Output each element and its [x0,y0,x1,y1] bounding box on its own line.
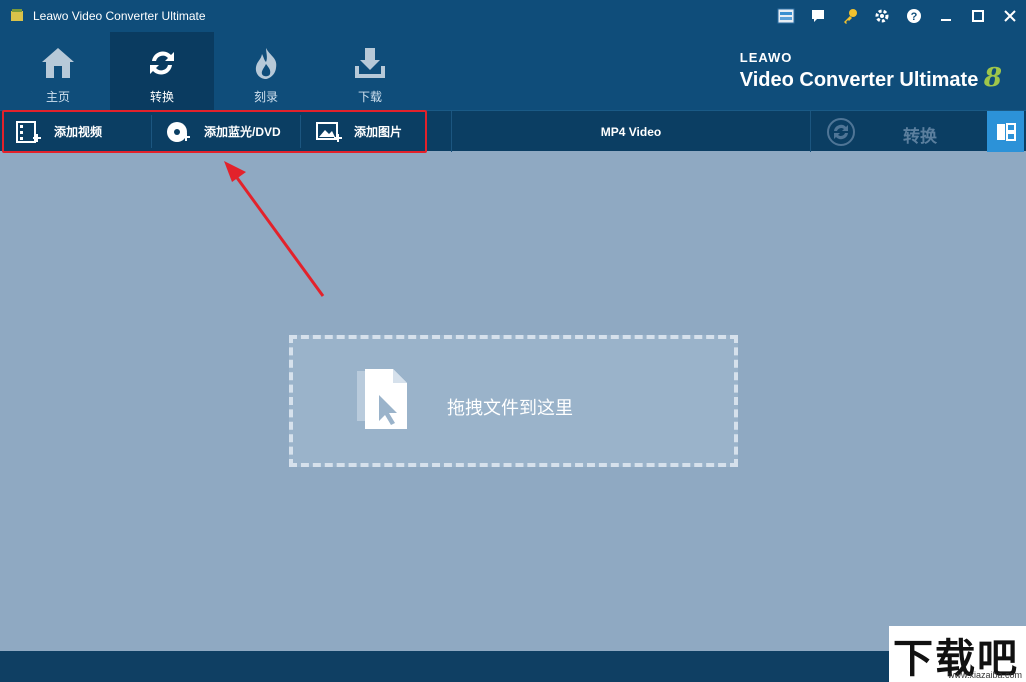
highlight-box [2,110,427,153]
nav-download-label: 下载 [357,90,382,104]
brand-logo: LEAWO Video Converter Ultimate 8 [740,50,1002,93]
nav-home-label: 主页 [45,90,70,104]
layout-icon [996,122,1016,141]
download-icon [355,48,385,78]
register-icon[interactable] [770,0,802,32]
main-nav: 主页 转换 刻录 下载 LEAWO Video Converter Ultima… [0,32,1026,110]
svg-text:?: ? [911,11,918,23]
title-bar: Leawo Video Converter Ultimate ? [0,0,1026,32]
minimize-icon[interactable] [930,0,962,32]
panel-toggle-button[interactable] [987,111,1024,152]
nav-download[interactable]: 下载 [318,32,422,110]
drop-zone[interactable]: 拖拽文件到这里 [289,335,738,467]
app-logo-icon [11,9,23,21]
nav-home[interactable]: 主页 [6,32,110,110]
brand-product-name: Video Converter Ultimate [739,69,979,91]
convert-button[interactable]: 转换 [903,122,937,147]
convert-icon [150,51,174,75]
settings-icon[interactable] [866,0,898,32]
nav-burn[interactable]: 刻录 [214,32,318,110]
file-drop-icon [357,369,407,429]
drop-zone-text: 拖拽文件到这里 [447,398,573,419]
nav-burn-label: 刻录 [253,90,278,104]
maximize-icon[interactable] [962,0,994,32]
nav-convert-label: 转换 [149,90,174,104]
key-icon[interactable] [834,0,866,32]
window-title: Leawo Video Converter Ultimate [33,9,206,23]
output-format-label: MP4 Video [600,124,662,139]
feedback-icon[interactable] [802,0,834,32]
watermark-url: www.xiazaiba.com [947,670,1022,680]
output-format-selector[interactable]: MP4 Video [451,111,811,152]
status-bar [0,651,1026,682]
home-icon [42,48,74,78]
close-icon[interactable] [994,0,1026,32]
help-icon[interactable]: ? [898,0,930,32]
watermark: 下载吧 www.xiazaiba.com [889,626,1026,682]
brand-version: 8 [983,63,1002,93]
convert-start-icon[interactable] [826,117,856,147]
nav-convert[interactable]: 转换 [110,32,214,110]
burn-icon [255,48,277,79]
